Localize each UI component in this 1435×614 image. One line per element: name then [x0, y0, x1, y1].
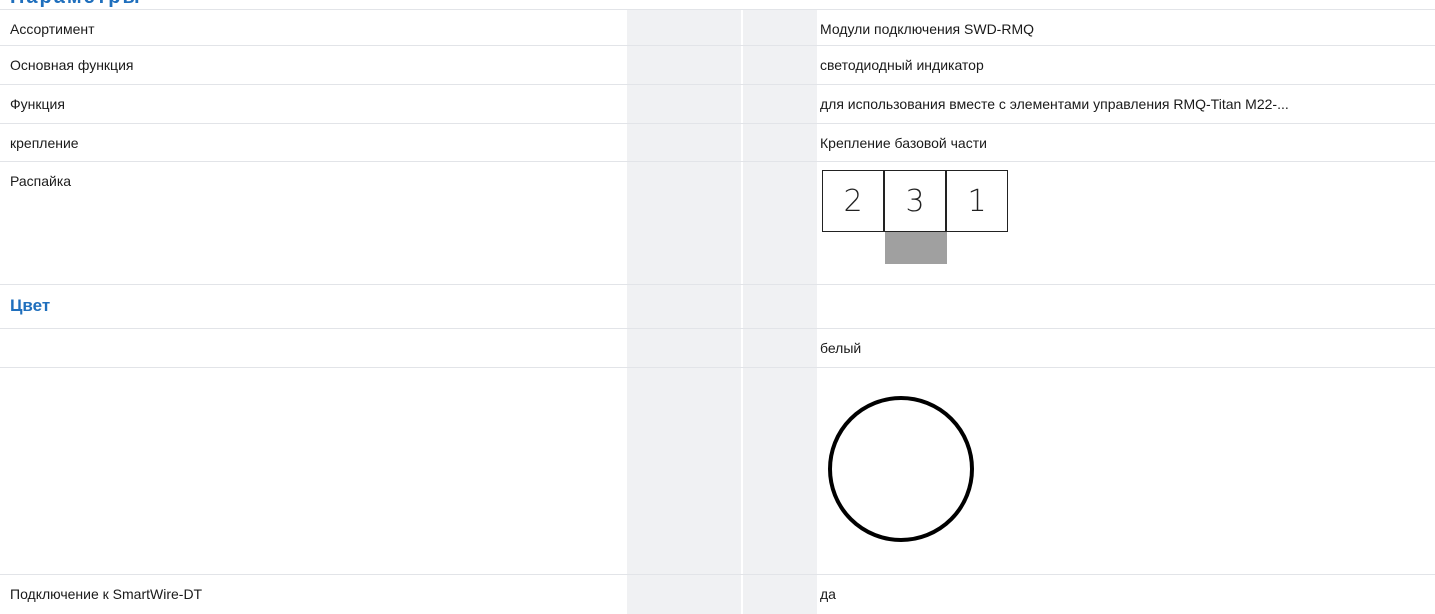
spec-value: для использования вместе с элементами уп…	[820, 96, 1289, 112]
spec-value: Модули подключения SWD-RMQ	[820, 21, 1034, 37]
spec-value: светодиодный индикатор	[820, 57, 984, 73]
connector-tab	[885, 232, 947, 264]
spec-row-color: белый	[0, 329, 1435, 368]
section-heading-top: Параметры	[10, 0, 142, 8]
spec-row-mounting: крепление Крепление базовой части	[0, 124, 1435, 162]
spec-label: Ассортимент	[10, 21, 95, 37]
spec-row-assortment: Ассортимент Модули подключения SWD-RMQ	[0, 9, 1435, 46]
pin-box: 2	[822, 170, 884, 232]
spec-label: Основная функция	[10, 57, 134, 73]
section-title: Цвет	[10, 296, 51, 315]
spec-row-color-swatch	[0, 368, 1435, 575]
section-header-color: Цвет	[0, 285, 1435, 329]
spec-value: Крепление базовой части	[820, 135, 987, 151]
color-swatch-circle	[828, 396, 974, 542]
spec-value: да	[820, 586, 836, 602]
spec-label: Функция	[10, 96, 65, 112]
spec-label: Распайка	[10, 173, 72, 189]
spec-row-function: Функция для использования вместе с элеме…	[0, 85, 1435, 124]
spec-row-pinout: Распайка 2 3 1	[0, 162, 1435, 285]
pin-box: 1	[946, 170, 1008, 232]
spec-value: белый	[820, 340, 862, 356]
spec-row-smartwire: Подключение к SmartWire-DT да	[0, 575, 1435, 614]
spec-label: крепление	[10, 135, 79, 151]
spec-row-main-function: Основная функция светодиодный индикатор	[0, 46, 1435, 85]
pin-box: 3	[884, 170, 946, 232]
spec-label: Подключение к SmartWire-DT	[10, 586, 203, 602]
